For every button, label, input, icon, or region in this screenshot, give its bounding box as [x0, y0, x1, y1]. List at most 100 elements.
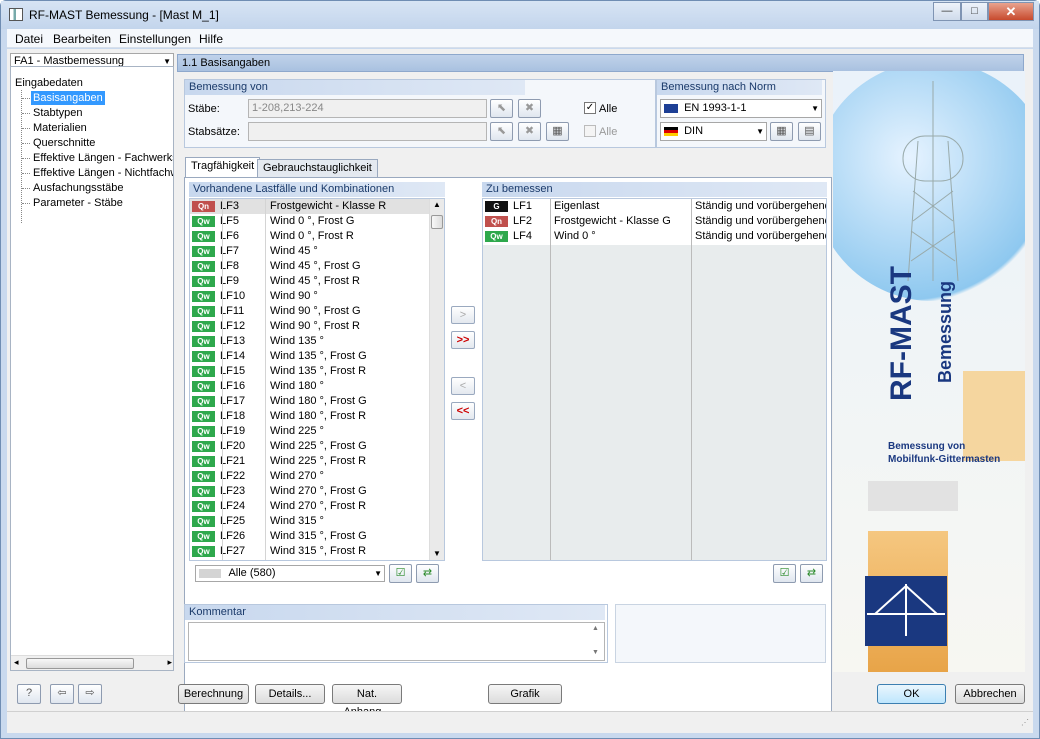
tree-item-effektive-laengen-nichtfachwerk[interactable]: Effektive Längen - Nichtfachwe: [33, 166, 173, 180]
available-row[interactable]: Qw LF8 Wind 45 °, Frost G: [190, 259, 444, 274]
tab-gebrauchstauglichkeit[interactable]: Gebrauchstauglichkeit: [257, 159, 378, 178]
tab-tragfaehigkeit[interactable]: Tragfähigkeit: [185, 157, 261, 178]
scroll-right-icon[interactable]: ▸: [167, 657, 172, 668]
clear-sets-button[interactable]: ✖: [518, 122, 541, 141]
available-row[interactable]: Qw LF19 Wind 225 °: [190, 424, 444, 439]
loadcase-id: LF4: [513, 230, 532, 242]
available-row[interactable]: Qw LF9 Wind 45 °, Frost R: [190, 274, 444, 289]
available-row[interactable]: Qw LF25 Wind 315 °: [190, 514, 444, 529]
resize-grip-icon[interactable]: ⋰: [1021, 718, 1029, 727]
scroll-up-icon[interactable]: ▲: [592, 625, 599, 632]
grey-block: [868, 481, 958, 511]
select-all-available-button[interactable]: ☑: [389, 564, 412, 583]
new-set-button[interactable]: ▦: [546, 122, 569, 141]
maximize-button[interactable]: □: [961, 2, 988, 21]
new-annex-button[interactable]: ▦: [770, 122, 793, 141]
available-row[interactable]: Qw LF11 Wind 90 °, Frost G: [190, 304, 444, 319]
available-row[interactable]: Qw LF21 Wind 225 °, Frost R: [190, 454, 444, 469]
staebe-input[interactable]: 1-208,213-224: [248, 99, 487, 118]
tree-item-ausfachungsstaebe[interactable]: Ausfachungsstäbe: [33, 181, 124, 195]
add-selected-button[interactable]: >: [451, 306, 475, 324]
help-button[interactable]: ?: [17, 684, 41, 704]
available-row[interactable]: Qw LF5 Wind 0 °, Frost G: [190, 214, 444, 229]
available-row[interactable]: Qw LF24 Wind 270 °, Frost R: [190, 499, 444, 514]
available-row[interactable]: Qw LF18 Wind 180 °, Frost R: [190, 409, 444, 424]
stabsaetze-input[interactable]: [248, 122, 487, 141]
available-vertical-scrollbar[interactable]: ▲ ▼: [429, 199, 444, 560]
banner-caption-1: Bemessung von: [888, 441, 966, 452]
available-row[interactable]: Qw LF17 Wind 180 °, Frost G: [190, 394, 444, 409]
tree-item-stabtypen[interactable]: Stabtypen: [33, 106, 83, 120]
loadcase-filter-select[interactable]: Alle (580) ▼: [195, 565, 385, 582]
scroll-thumb[interactable]: [431, 215, 443, 229]
tree-item-materialien[interactable]: Materialien: [33, 121, 87, 135]
available-row[interactable]: Qw LF13 Wind 135 °: [190, 334, 444, 349]
previous-button[interactable]: ⇦: [50, 684, 74, 704]
invert-selection-available-button[interactable]: ⇄: [416, 564, 439, 583]
details-button[interactable]: Details...: [255, 684, 325, 704]
available-row[interactable]: Qw LF22 Wind 270 °: [190, 469, 444, 484]
grafik-button[interactable]: Grafik: [488, 684, 562, 704]
add-all-button[interactable]: >>: [451, 331, 475, 349]
close-button[interactable]: ✕: [988, 2, 1034, 21]
scroll-down-icon[interactable]: ▼: [433, 549, 441, 558]
loadcase-type-badge: Qw: [192, 426, 215, 437]
alle-stabsaetze-checkbox[interactable]: [584, 125, 596, 137]
ok-button[interactable]: OK: [877, 684, 946, 704]
comment-textarea[interactable]: [188, 622, 605, 661]
scroll-left-icon[interactable]: ◂: [14, 657, 19, 668]
minimize-button[interactable]: —: [933, 2, 961, 21]
design-row[interactable]: G LF1 Eigenlast Ständig und vorübergehend: [483, 199, 826, 214]
available-row[interactable]: Qw LF23 Wind 270 °, Frost G: [190, 484, 444, 499]
available-row[interactable]: Qw LF6 Wind 0 °, Frost R: [190, 229, 444, 244]
alle-staebe-checkbox[interactable]: ✓: [584, 102, 596, 114]
tree-horizontal-scrollbar[interactable]: ◂ ▸: [11, 655, 173, 670]
tree-item-basisangaben[interactable]: Basisangaben: [31, 91, 105, 105]
menu-datei[interactable]: Datei: [15, 32, 43, 46]
available-row[interactable]: Qn LF3 Frostgewicht - Klasse R: [190, 199, 444, 214]
clear-members-button[interactable]: ✖: [518, 99, 541, 118]
new-table-icon: ▦: [552, 125, 563, 137]
menu-einstellungen[interactable]: Einstellungen: [119, 32, 191, 46]
scroll-up-icon[interactable]: ▲: [433, 200, 441, 209]
tree-item-parameter-staebe[interactable]: Parameter - Stäbe: [33, 196, 123, 210]
available-row[interactable]: Qw LF16 Wind 180 °: [190, 379, 444, 394]
design-row[interactable]: Qw LF4 Wind 0 ° Ständig und vorübergehend: [483, 229, 826, 244]
berechnung-button[interactable]: Berechnung: [178, 684, 249, 704]
banner-subtitle: Bemessung: [935, 280, 955, 383]
loadcase-id: LF19: [220, 425, 246, 437]
tree-item-effektive-laengen-fachwerk[interactable]: Effektive Längen - Fachwerkstä: [33, 151, 173, 165]
pick-sets-button[interactable]: ⬉: [490, 122, 513, 141]
tree-root-eingabedaten[interactable]: Eingabedaten: [15, 76, 83, 90]
invert-selection-design-button[interactable]: ⇄: [800, 564, 823, 583]
abbrechen-button[interactable]: Abbrechen: [955, 684, 1025, 704]
available-row[interactable]: Qw LF10 Wind 90 °: [190, 289, 444, 304]
scroll-down-icon[interactable]: ▼: [592, 649, 599, 656]
available-row[interactable]: Qw LF12 Wind 90 °, Frost R: [190, 319, 444, 334]
available-row[interactable]: Qw LF20 Wind 225 °, Frost G: [190, 439, 444, 454]
menu-hilfe[interactable]: Hilfe: [199, 32, 223, 46]
scroll-thumb[interactable]: [26, 658, 134, 669]
select-all-design-button[interactable]: ☑: [773, 564, 796, 583]
loadcase-type-badge: Qn: [192, 201, 215, 212]
menu-bearbeiten[interactable]: Bearbeiten: [53, 32, 111, 46]
available-row[interactable]: Qw LF14 Wind 135 °, Frost G: [190, 349, 444, 364]
available-row[interactable]: Qw LF7 Wind 45 °: [190, 244, 444, 259]
available-row[interactable]: Qw LF27 Wind 315 °, Frost R: [190, 544, 444, 559]
tree-item-querschnitte[interactable]: Querschnitte: [33, 136, 95, 150]
remove-selected-button[interactable]: <: [451, 377, 475, 395]
pick-members-button[interactable]: ⬉: [490, 99, 513, 118]
annex-select[interactable]: DIN ▼: [660, 122, 767, 141]
nat-anhang-button[interactable]: Nat. Anhang...: [332, 684, 402, 718]
design-row[interactable]: Qn LF2 Frostgewicht - Klasse G Ständig und …: [483, 214, 826, 229]
available-row[interactable]: Qw LF26 Wind 315 °, Frost G: [190, 529, 444, 544]
norm-select[interactable]: EN 1993-1-1 ▼: [660, 99, 822, 118]
remove-all-button[interactable]: <<: [451, 402, 475, 420]
edit-annex-button[interactable]: ▤: [798, 122, 821, 141]
available-row[interactable]: Qw LF15 Wind 135 °, Frost R: [190, 364, 444, 379]
loadcase-id: LF13: [220, 335, 246, 347]
loadcase-type-badge: Qw: [485, 231, 508, 242]
design-loadcases-list: G LF1 Eigenlast Ständig und vorübergehend Qn…: [482, 198, 827, 561]
next-button[interactable]: ⇨: [78, 684, 102, 704]
client-area: FA1 - Mastbemessung ▼ Eingabedaten Basis…: [7, 49, 1033, 732]
